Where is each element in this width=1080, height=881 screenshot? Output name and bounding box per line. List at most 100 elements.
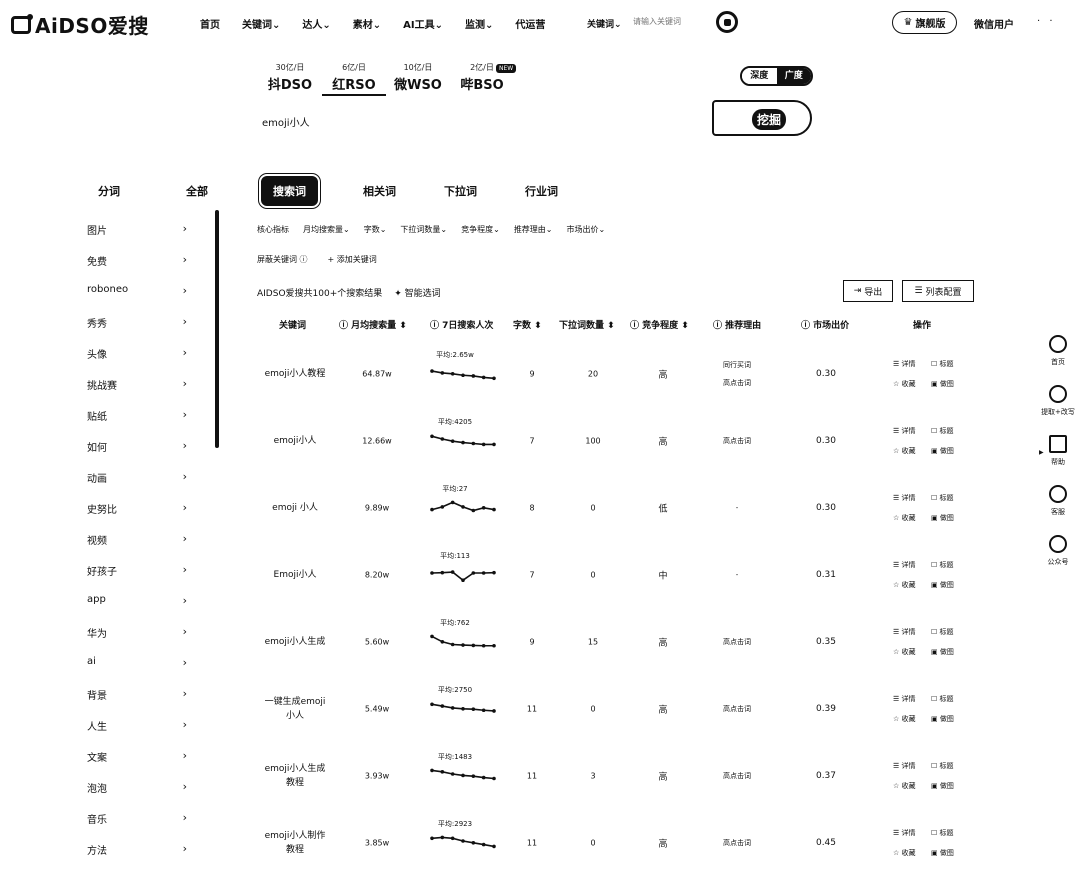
keyword-cell[interactable]: Emoji小人 — [261, 568, 329, 582]
category-item[interactable]: 华为 › — [87, 625, 187, 656]
detail-button[interactable]: ☰ 详情 — [893, 622, 931, 642]
table-row[interactable]: emoji小人 12.66w 平均:4205 7 100 高 高点击词 0.30 ☰ 详情 ☐ 标… — [257, 407, 977, 474]
category-item[interactable]: 图片 › — [87, 222, 187, 253]
category-item[interactable]: 史努比 › — [87, 501, 187, 532]
detail-button[interactable]: ☰ 详情 — [893, 689, 931, 709]
mode-toggle[interactable]: 深度 广度 — [740, 66, 813, 86]
table-row[interactable]: emoji小人制作教程 3.85w 平均:2923 11 0 高 高点击词 0.45 ☰ 详情 ☐… — [257, 809, 977, 876]
detail-button[interactable]: ☰ 详情 — [893, 756, 931, 776]
nav-influencers[interactable]: 达人⌄ — [302, 16, 330, 31]
category-item[interactable]: 文案 › — [87, 749, 187, 780]
make-image-button[interactable]: ▣ 做图 — [931, 776, 969, 796]
smart-select[interactable]: ✦ 智能选词 — [394, 286, 440, 299]
table-row[interactable]: Emoji小人 8.20w 平均:113 7 0 中 - 0.31 ☰ 详情 ☐ 标题☆ 收藏 ▣ … — [257, 541, 977, 608]
category-item[interactable]: ai › — [87, 656, 187, 687]
detail-button[interactable]: ☰ 详情 — [893, 421, 931, 441]
table-row[interactable]: emoji小人生成教程 3.93w 平均:1483 11 3 高 高点击词 0.37 ☰ 详情 ☐… — [257, 742, 977, 809]
brand-logo[interactable]: AiDSO爱搜 — [11, 10, 149, 39]
category-item[interactable]: 贴纸 › — [87, 408, 187, 439]
user-more-icon[interactable]: · · — [1037, 16, 1056, 27]
title-button[interactable]: ☐ 标题 — [931, 823, 969, 843]
category-item[interactable]: 音乐 › — [87, 811, 187, 842]
category-item[interactable]: 人生 › — [87, 718, 187, 749]
category-item[interactable]: roboneo › — [87, 284, 187, 315]
filter-core[interactable]: 核心指标 — [257, 224, 289, 235]
category-scrollbar[interactable] — [215, 210, 219, 448]
make-image-button[interactable]: ▣ 做图 — [931, 709, 969, 729]
category-item[interactable]: 头像 › — [87, 346, 187, 377]
make-image-button[interactable]: ▣ 做图 — [931, 508, 969, 528]
search-query[interactable]: emoji小人 — [262, 114, 310, 129]
nav-ai-tools[interactable]: AI工具⌄ — [403, 16, 443, 31]
toggle-depth[interactable]: 深度 — [742, 68, 777, 84]
toggle-breadth[interactable]: 广度 — [776, 68, 811, 84]
add-keyword-button[interactable]: + 添加关键词 — [328, 254, 377, 265]
tab-related-words[interactable]: 相关词 — [363, 183, 396, 199]
tab-segment[interactable]: 分词 — [98, 183, 120, 199]
table-row[interactable]: emoji小人生成 5.60w 平均:762 9 15 高 高点击词 0.35 ☰ 详情 ☐ 标题… — [257, 608, 977, 675]
nav-keywords[interactable]: 关键词⌄ — [242, 16, 280, 31]
make-image-button[interactable]: ▣ 做图 — [931, 642, 969, 662]
filter-reason[interactable]: 推荐理由⌄ — [514, 224, 553, 235]
sidebar-extract[interactable]: 提取+改写 — [1036, 385, 1080, 435]
sidebar-home[interactable]: 首页 — [1036, 335, 1080, 385]
top-search-input[interactable] — [633, 17, 703, 26]
favorite-button[interactable]: ☆ 收藏 — [893, 508, 931, 528]
title-button[interactable]: ☐ 标题 — [931, 555, 969, 575]
th-dropdown[interactable]: 下拉词数量 ⬍ — [559, 318, 615, 331]
dig-button[interactable]: 挖掘 — [712, 100, 812, 136]
title-button[interactable]: ☐ 标题 — [931, 622, 969, 642]
user-name[interactable]: 微信用户 — [974, 16, 1014, 31]
favorite-button[interactable]: ☆ 收藏 — [893, 441, 931, 461]
category-item[interactable]: 背景 › — [87, 687, 187, 718]
sidebar-service[interactable]: 客服 — [1036, 485, 1080, 535]
keyword-cell[interactable]: emoji小人 — [261, 434, 329, 448]
favorite-button[interactable]: ☆ 收藏 — [893, 843, 931, 863]
table-row[interactable]: emoji 小人 9.89w 平均:27 8 0 低 - 0.30 ☰ 详情 ☐ 标题☆ 收藏 ▣ … — [257, 474, 977, 541]
category-item[interactable]: 视频 › — [87, 532, 187, 563]
category-item[interactable]: 动画 › — [87, 470, 187, 501]
filter-dropdown[interactable]: 下拉词数量⌄ — [400, 224, 447, 235]
nav-home[interactable]: 首页 — [200, 16, 220, 31]
category-item[interactable]: 方法 › — [87, 842, 187, 873]
favorite-button[interactable]: ☆ 收藏 — [893, 709, 931, 729]
detail-button[interactable]: ☰ 详情 — [893, 488, 931, 508]
favorite-button[interactable]: ☆ 收藏 — [893, 575, 931, 595]
tab-search-words[interactable]: 搜索词 — [259, 174, 320, 208]
detail-button[interactable]: ☰ 详情 — [893, 354, 931, 374]
engine-douyin[interactable]: 30亿/日 抖DSO — [258, 62, 322, 96]
engine-xiaohongshu[interactable]: 6亿/日 红RSO — [322, 62, 386, 96]
chat-icon[interactable] — [716, 11, 738, 33]
detail-button[interactable]: ☰ 详情 — [893, 555, 931, 575]
filter-competition[interactable]: 竞争程度⌄ — [461, 224, 500, 235]
keyword-cell[interactable]: emoji 小人 — [261, 501, 329, 515]
category-item[interactable]: 挑战赛 › — [87, 377, 187, 408]
tab-all[interactable]: 全部 — [186, 183, 208, 199]
make-image-button[interactable]: ▣ 做图 — [931, 575, 969, 595]
keyword-cell[interactable]: emoji小人教程 — [261, 367, 329, 381]
exclude-keywords[interactable]: 屏蔽关键词 ⓘ — [257, 254, 308, 265]
nav-monitor[interactable]: 监测⌄ — [465, 16, 493, 31]
engine-weixin[interactable]: 10亿/日 微WSO — [386, 62, 450, 96]
th-monthly[interactable]: ⓘ 月均搜索量 ⬍ — [339, 318, 407, 331]
make-image-button[interactable]: ▣ 做图 — [931, 843, 969, 863]
keyword-cell[interactable]: emoji小人生成教程 — [261, 762, 329, 790]
keyword-cell[interactable]: emoji小人制作教程 — [261, 829, 329, 857]
flagship-button[interactable]: ♛ 旗舰版 — [892, 11, 957, 34]
tab-industry-words[interactable]: 行业词 — [525, 183, 558, 199]
category-item[interactable]: 如何 › — [87, 439, 187, 470]
title-button[interactable]: ☐ 标题 — [931, 354, 969, 374]
th-length[interactable]: 字数 ⬍ — [513, 318, 542, 331]
favorite-button[interactable]: ☆ 收藏 — [893, 642, 931, 662]
nav-materials[interactable]: 素材⌄ — [353, 16, 381, 31]
search-type-select[interactable]: 关键词⌄ — [587, 17, 622, 30]
make-image-button[interactable]: ▣ 做图 — [931, 441, 969, 461]
sidebar-wechat[interactable]: 公众号 — [1036, 535, 1080, 585]
detail-button[interactable]: ☰ 详情 — [893, 823, 931, 843]
list-config-button[interactable]: ☰ 列表配置 — [902, 280, 974, 302]
filter-monthly[interactable]: 月均搜索量⌄ — [303, 224, 350, 235]
category-item[interactable]: 好孩子 › — [87, 563, 187, 594]
export-button[interactable]: ⇥ 导出 — [843, 280, 893, 302]
table-row[interactable]: emoji小人教程 64.87w 平均:2.65w 9 20 高 同行买词 高点击词 0.30 ☰… — [257, 340, 977, 407]
favorite-button[interactable]: ☆ 收藏 — [893, 776, 931, 796]
